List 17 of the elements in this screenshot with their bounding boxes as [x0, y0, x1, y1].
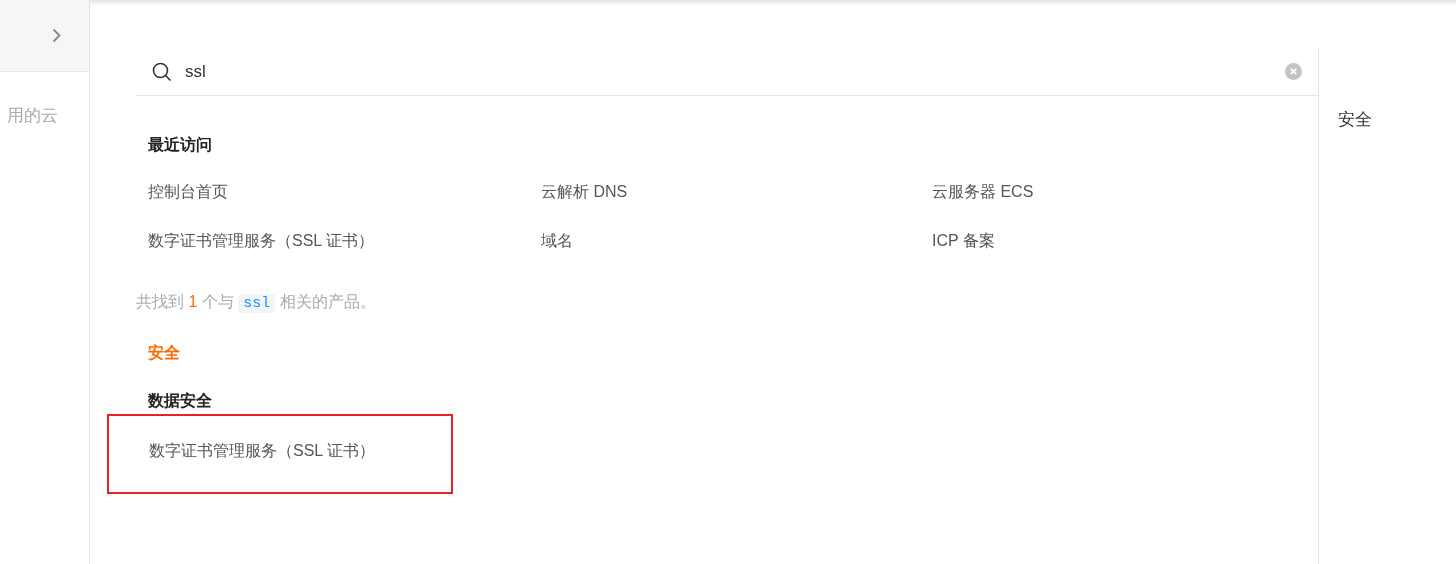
side-nav-link[interactable]: 安全: [1338, 110, 1372, 129]
search-field[interactable]: ssl: [185, 58, 1272, 85]
section-title: 最近访问: [148, 135, 213, 155]
group-title: 数据安全: [148, 390, 213, 411]
result-link[interactable]: 数字证书管理服务（SSL 证书）: [149, 441, 376, 459]
recent-link[interactable]: ICP 备案: [932, 232, 995, 249]
recent-link[interactable]: 域名: [541, 232, 573, 249]
recent-link[interactable]: 数字证书管理服务（SSL 证书）: [148, 232, 375, 249]
clear-icon[interactable]: [1285, 63, 1302, 80]
sidebar-text: 用的云: [6, 105, 59, 127]
recent-link[interactable]: 云解析 DNS: [541, 183, 628, 200]
recent-link[interactable]: 控制台首页: [148, 183, 228, 200]
result-summary: 共找到 1 个与 ssl 相关的产品。: [136, 292, 377, 315]
recent-link[interactable]: 云服务器 ECS: [932, 183, 1034, 200]
chevron-right-icon[interactable]: [52, 28, 61, 43]
search-icon: [152, 61, 172, 82]
category-title: 安全: [148, 342, 181, 363]
